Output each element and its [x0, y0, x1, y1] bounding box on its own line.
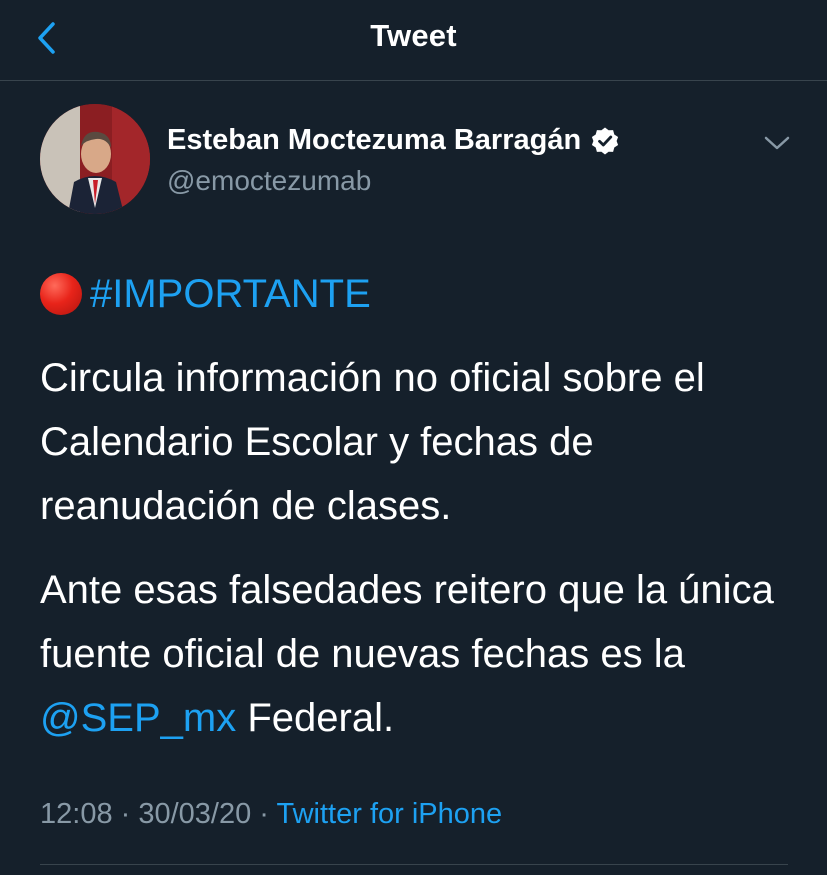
tweet-author: Esteban Moctezuma Barragán @emoctezumab	[40, 104, 800, 216]
divider	[40, 864, 788, 865]
tweet-paragraph-2-tail: Federal.	[236, 696, 395, 740]
tweet-source-link[interactable]: Twitter for iPhone	[277, 798, 503, 830]
tweet-time[interactable]: 12:08	[40, 798, 113, 830]
mention-link[interactable]: @SEP_mx	[40, 696, 236, 740]
tweet-text: #IMPORTANTE Circula información no ofici…	[40, 262, 800, 750]
tweet-paragraph-2: Ante esas falsedades reitero que la únic…	[40, 558, 800, 750]
avatar[interactable]	[40, 104, 150, 214]
hashtag-link[interactable]: #IMPORTANTE	[90, 262, 371, 326]
red-circle-emoji	[40, 273, 82, 315]
author-name[interactable]: Esteban Moctezuma Barragán	[167, 124, 620, 157]
page-title: Tweet	[370, 18, 457, 53]
author-handle[interactable]: @emoctezumab	[167, 165, 371, 197]
tweet-headline: #IMPORTANTE	[40, 262, 800, 326]
tweet-date[interactable]: 30/03/20	[138, 798, 251, 830]
top-bar: Tweet	[0, 0, 827, 81]
tweet-paragraph-1: Circula información no oficial sobre el …	[40, 356, 705, 528]
author-name-text: Esteban Moctezuma Barragán	[167, 124, 582, 156]
tweet-meta: 12:08 · 30/03/20 · Twitter for iPhone	[40, 798, 502, 831]
verified-badge-icon	[590, 126, 620, 156]
tweet-menu-button[interactable]	[762, 128, 792, 158]
chevron-down-icon	[764, 136, 790, 150]
meta-separator: ·	[251, 798, 277, 830]
tweet-paragraph-2-text: Ante esas falsedades reitero que la únic…	[40, 568, 774, 676]
meta-separator: ·	[112, 798, 139, 830]
